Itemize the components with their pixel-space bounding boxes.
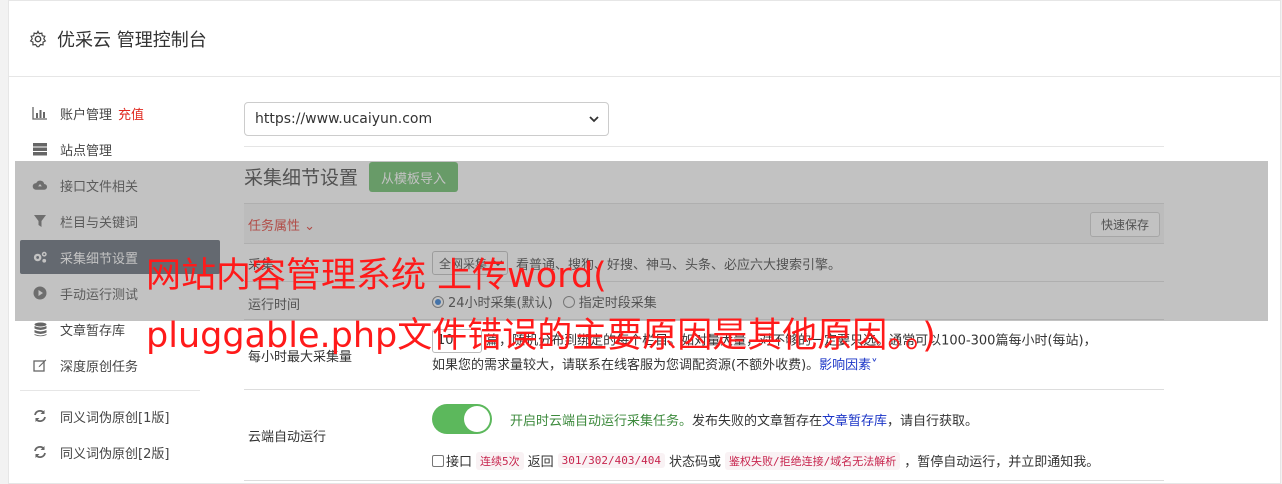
site-select[interactable]: https://www.ucaiyun.com: [244, 102, 609, 136]
chevron-down-icon: [493, 260, 503, 267]
row-label: 采集: [248, 258, 275, 273]
row-label: 云端自动运行: [248, 430, 327, 445]
sidebar-item-columns-keywords[interactable]: 栏目与关键词: [20, 204, 220, 238]
select-value: 全网采集: [439, 256, 488, 271]
row-label: 每小时最大采集量: [248, 350, 353, 365]
run-time-options: 24小时采集(默认) 指定时段采集: [432, 292, 657, 311]
engine-description: 看普通、搜狗、好搜、神马、头条、必应六大搜索引擎。: [516, 257, 842, 273]
sidebar-item-label: 接口文件相关: [60, 179, 139, 195]
page-header: 优采云 管理控制台: [9, 1, 1280, 77]
sidebar-item-label: 手动运行测试: [60, 287, 139, 303]
gear-icon: [29, 29, 47, 47]
task-attributes-toggle[interactable]: 任务属性 ⌄: [248, 215, 315, 234]
filter-icon: [32, 213, 48, 229]
code-tag: 鉴权失败/拒绝连接/域名无法解析: [725, 451, 901, 470]
sidebar-divider: [20, 390, 200, 391]
sidebar-item-manual-run[interactable]: 手动运行测试: [20, 276, 220, 310]
row-content: 全网采集 看普通、搜狗、好搜、神马、头条、必应六大搜索引擎。: [432, 251, 841, 275]
sidebar-item-sites[interactable]: 站点管理: [20, 132, 220, 166]
table-header-row: 任务属性 ⌄ 快速保存: [244, 203, 1164, 243]
sidebar-item-label: 账户管理: [60, 107, 113, 123]
sidebar-item-label: 站点管理: [60, 143, 113, 159]
refresh-icon: [32, 444, 48, 460]
table-row: 运行时间 24小时采集(默认) 指定时段采集: [244, 281, 1164, 319]
storage-hint-b: ，请自行获取。: [887, 413, 979, 429]
sidebar-item-label: 文章暂存库: [60, 323, 126, 339]
fail-text: ，暂停自动运行，并立即通知我。: [904, 455, 1100, 470]
divider: [244, 146, 1164, 147]
page-title: 优采云 管理控制台: [57, 29, 207, 51]
table-row: 采集 全网采集 看普通、搜狗、好搜、神马、头条、必应六大搜索引擎。: [244, 243, 1164, 281]
sidebar-item-label: 同义词伪原创[1版]: [60, 410, 170, 426]
code-tag: 连续5次: [476, 451, 524, 470]
radio-timeslot-label: 指定时段采集: [578, 296, 657, 311]
table-row: 每小时最大采集量 10 篇，随机分布到绑定的每个栏目。如对量大量，对不够的一定要…: [244, 319, 1164, 389]
sidebar-item-account[interactable]: 账户管理 充值: [20, 96, 220, 130]
fail-notify-line: 接口 连续5次 返回 301/302/403/404 状态码或 鉴权失败/拒绝连…: [432, 451, 1162, 470]
auto-run-desc: 开启时云端自动运行采集任务。: [510, 413, 693, 429]
server-icon: [32, 141, 48, 157]
database-icon: [32, 321, 48, 337]
fail-text: 接口: [446, 455, 473, 470]
sidebar: 账户管理 充值 站点管理 接口文件相关 栏目与关键词 采集细节设置 手动运行测试: [20, 96, 220, 471]
task-settings-table: 任务属性 ⌄ 快速保存 采集 全网采集 看普通、搜狗、好搜、神马、头条、必应六大…: [244, 203, 1164, 481]
row-content: 10 篇，随机分布到绑定的每个栏目。如对量大量，对不够的一定要只选。通常可以10…: [432, 329, 1162, 378]
edit-icon: [32, 357, 48, 373]
sidebar-item-label: 同义词伪原创[2版]: [60, 446, 170, 462]
sidebar-item-synonym-v2[interactable]: 同义词伪原创[2版]: [20, 435, 220, 469]
collection-mode-select[interactable]: 全网采集: [432, 251, 508, 275]
max-per-hour-input[interactable]: 10: [432, 329, 482, 353]
fail-text: 返回: [527, 455, 554, 470]
play-circle-icon: [32, 285, 48, 301]
fail-text: 状态码或: [669, 455, 722, 470]
chevron-down-icon: ⌄: [304, 219, 316, 234]
article-storage-link[interactable]: 文章暂存库: [822, 410, 887, 429]
site-select-value: https://www.ucaiyun.com: [255, 111, 433, 127]
sidebar-item-article-storage[interactable]: 文章暂存库: [20, 312, 220, 346]
row-label: 运行时间: [248, 298, 301, 313]
contact-hint: 如果您的需求量较大，请联系在线客服为您调配资源(不额外收费)。: [432, 357, 820, 373]
refresh-icon: [32, 408, 48, 424]
section-title: 采集细节设置: [244, 167, 359, 189]
code-tag: 301/302/403/404: [557, 453, 665, 468]
radio-timeslot[interactable]: [562, 295, 575, 308]
recharge-link[interactable]: 充值: [118, 104, 144, 123]
auto-run-toggle[interactable]: [432, 404, 492, 434]
sidebar-item-collection-settings[interactable]: 采集细节设置: [20, 240, 220, 274]
storage-hint-a: 发布失败的文章暂存在: [692, 413, 823, 429]
bar-chart-icon: [32, 105, 48, 121]
cloud-upload-icon: [32, 177, 48, 193]
import-template-button[interactable]: 从模板导入: [369, 162, 459, 192]
sidebar-item-label: 采集细节设置: [60, 251, 139, 267]
sidebar-item-interface-files[interactable]: 接口文件相关: [20, 168, 220, 202]
table-row: 云端自动运行 开启时云端自动运行采集任务。 发布失败的文章暂存在 文章暂存库 ，…: [244, 389, 1164, 481]
factors-link[interactable]: 影响因素˅: [819, 358, 878, 373]
toggle-knob: [464, 406, 490, 432]
auto-run-line: 开启时云端自动运行采集任务。 发布失败的文章暂存在 文章暂存库 ，请自行获取。: [432, 404, 1162, 434]
fail-notify-checkbox[interactable]: [432, 454, 444, 467]
quick-save-button[interactable]: 快速保存: [1089, 212, 1160, 237]
radio-24h-label: 24小时采集(默认): [448, 296, 553, 311]
sidebar-item-label: 栏目与关键词: [60, 215, 139, 231]
gears-icon: [32, 249, 48, 265]
radio-24h[interactable]: [432, 295, 444, 308]
sidebar-item-synonym-v1[interactable]: 同义词伪原创[1版]: [20, 399, 220, 433]
sidebar-item-deep-original[interactable]: 深度原创任务: [20, 348, 220, 382]
sidebar-item-label: 深度原创任务: [60, 359, 139, 375]
chevron-down-icon: [589, 116, 599, 123]
row-content: 开启时云端自动运行采集任务。 发布失败的文章暂存在 文章暂存库 ，请自行获取。 …: [432, 404, 1162, 470]
max-per-hour-hint: 篇，随机分布到绑定的每个栏目。如对量大量，对不够的一定要只选。通常可以100-3…: [486, 333, 1097, 349]
